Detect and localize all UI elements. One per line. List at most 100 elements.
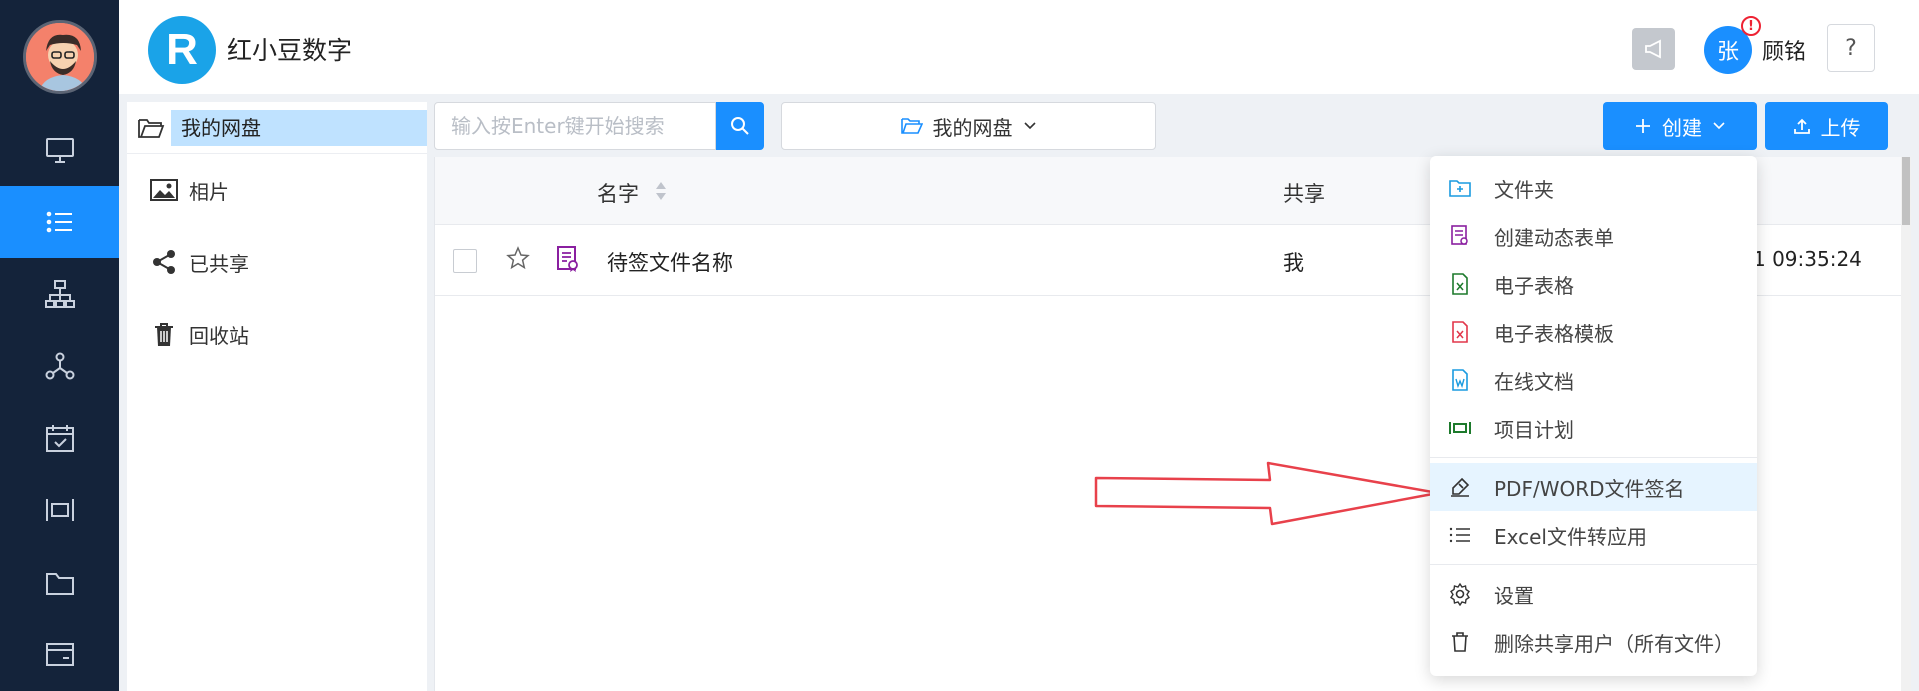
- plus-icon: [1636, 119, 1650, 133]
- gantt-icon: [1449, 422, 1471, 434]
- nav-folder[interactable]: [0, 546, 119, 618]
- gantt-icon: [45, 499, 74, 521]
- announcement-button[interactable]: [1632, 28, 1675, 70]
- excel-icon: [1452, 273, 1468, 295]
- sidebar-item-label: 回收站: [189, 323, 249, 348]
- menu-item-label: PDF/WORD文件签名: [1494, 476, 1685, 501]
- desktop-icon: [45, 138, 74, 163]
- nav-list[interactable]: [0, 186, 119, 258]
- menu-item-settings[interactable]: 设置: [1430, 570, 1757, 618]
- nav-gantt[interactable]: [0, 474, 119, 546]
- folder-plus-icon: [1449, 180, 1471, 197]
- search-button[interactable]: [716, 102, 764, 150]
- search-icon: [731, 117, 749, 135]
- word-icon: [1452, 369, 1468, 391]
- nav-desktop[interactable]: [0, 114, 119, 186]
- form-icon: [1451, 225, 1468, 245]
- menu-item-pdf-word-sign[interactable]: PDF/WORD文件签名: [1430, 463, 1757, 511]
- upload-icon: [1793, 118, 1810, 134]
- folder-sidebar: 我的网盘 相片 已共享 回收站: [127, 102, 427, 691]
- upload-button[interactable]: 上传: [1765, 102, 1888, 150]
- path-dropdown[interactable]: 我的网盘: [781, 102, 1156, 150]
- excel-template-icon: [1452, 321, 1468, 343]
- chevron-down-icon: [1713, 122, 1725, 130]
- create-button[interactable]: 创建: [1603, 102, 1757, 150]
- menu-item-label: 项目计划: [1494, 417, 1574, 442]
- menu-item-label: 在线文档: [1494, 369, 1574, 394]
- sort-icon[interactable]: [655, 180, 667, 202]
- create-label: 创建: [1662, 115, 1702, 140]
- menu-item-spreadsheet[interactable]: 电子表格: [1430, 260, 1757, 308]
- sidebar-item-shared[interactable]: 已共享: [127, 226, 427, 298]
- sign-pen-icon: [1451, 477, 1470, 497]
- sidebar-root[interactable]: 我的网盘: [127, 102, 427, 154]
- sidebar-root-label: 我的网盘: [171, 109, 427, 146]
- image-icon: [150, 179, 178, 201]
- menu-item-folder[interactable]: 文件夹: [1430, 164, 1757, 212]
- upload-label: 上传: [1820, 115, 1861, 140]
- network-icon: [45, 352, 74, 380]
- menu-divider: [1430, 457, 1757, 458]
- calendar-check-icon: [45, 425, 74, 452]
- wallet-icon: [45, 643, 74, 666]
- folder-open-icon: [138, 118, 165, 138]
- sidebar-item-label: 已共享: [189, 251, 249, 276]
- file-name[interactable]: 待签文件名称: [607, 247, 733, 277]
- chevron-down-icon: [1023, 122, 1036, 130]
- nav-org[interactable]: [0, 258, 119, 330]
- path-label: 我的网盘: [932, 115, 1013, 140]
- user-name[interactable]: 顾铭: [1762, 34, 1806, 66]
- sidebar-item-trash[interactable]: 回收站: [127, 298, 427, 370]
- row-checkbox[interactable]: [453, 249, 477, 273]
- profile-avatar[interactable]: [22, 20, 97, 94]
- share-icon: [153, 250, 175, 274]
- menu-divider: [1430, 564, 1757, 565]
- gear-icon: [1450, 582, 1470, 606]
- menu-item-excel-to-app[interactable]: Excel文件转应用: [1430, 511, 1757, 559]
- column-share-header: 共享: [1283, 182, 1325, 206]
- help-button[interactable]: ?: [1827, 24, 1875, 72]
- list-icon: [1449, 527, 1470, 543]
- menu-item-form[interactable]: 创建动态表单: [1430, 212, 1757, 260]
- brand-name: 红小豆数字: [227, 36, 353, 65]
- menu-item-remove-shared-users[interactable]: 删除共享用户（所有文件）: [1430, 618, 1757, 666]
- nav-wallet[interactable]: [0, 618, 119, 690]
- star-icon[interactable]: [505, 245, 531, 271]
- create-menu: 文件夹 创建动态表单 电子表格 电子表格模板 在线文档 项目计划 PDF/WOR…: [1430, 156, 1757, 676]
- file-date: 1 09:35:24: [1753, 247, 1862, 271]
- folder-icon: [45, 573, 74, 595]
- menu-item-label: 电子表格: [1494, 273, 1574, 298]
- menu-item-label: 文件夹: [1494, 177, 1554, 202]
- menu-item-online-doc[interactable]: 在线文档: [1430, 356, 1757, 404]
- org-chart-icon: [44, 280, 75, 308]
- menu-item-label: Excel文件转应用: [1494, 524, 1647, 549]
- folder-open-icon: [900, 118, 923, 134]
- sidebar-item-photos[interactable]: 相片: [127, 154, 427, 226]
- brand-logo[interactable]: R: [148, 16, 216, 84]
- list-icon: [46, 211, 72, 233]
- profile-avatar-wrap: [0, 0, 119, 114]
- logo-letter: R: [166, 25, 198, 74]
- sidebar-item-label: 相片: [189, 179, 229, 204]
- alert-badge: !: [1741, 16, 1761, 36]
- search-input[interactable]: 输入按Enter键开始搜索: [434, 102, 716, 150]
- nav-network[interactable]: [0, 330, 119, 402]
- file-share: 我: [1283, 251, 1304, 275]
- signature-doc-icon: [557, 246, 578, 272]
- left-nav: [0, 0, 119, 691]
- menu-item-label: 电子表格模板: [1494, 321, 1614, 346]
- trash-icon: [1452, 632, 1468, 652]
- trash-icon: [155, 323, 173, 346]
- megaphone-icon: [1644, 39, 1661, 59]
- menu-item-label: 创建动态表单: [1494, 225, 1614, 250]
- annotation-arrow: [1094, 461, 1440, 526]
- menu-item-spreadsheet-template[interactable]: 电子表格模板: [1430, 308, 1757, 356]
- menu-item-label: 删除共享用户（所有文件）: [1494, 631, 1734, 656]
- nav-calendar[interactable]: [0, 402, 119, 474]
- menu-item-project-plan[interactable]: 项目计划: [1430, 404, 1757, 452]
- menu-item-label: 设置: [1494, 583, 1534, 608]
- top-header: R 红小豆数字 张 ! 顾铭 ?: [119, 0, 1919, 94]
- column-name-header[interactable]: 名字: [597, 178, 639, 208]
- vertical-scrollbar[interactable]: [1901, 157, 1911, 691]
- scrollbar-thumb[interactable]: [1902, 157, 1910, 225]
